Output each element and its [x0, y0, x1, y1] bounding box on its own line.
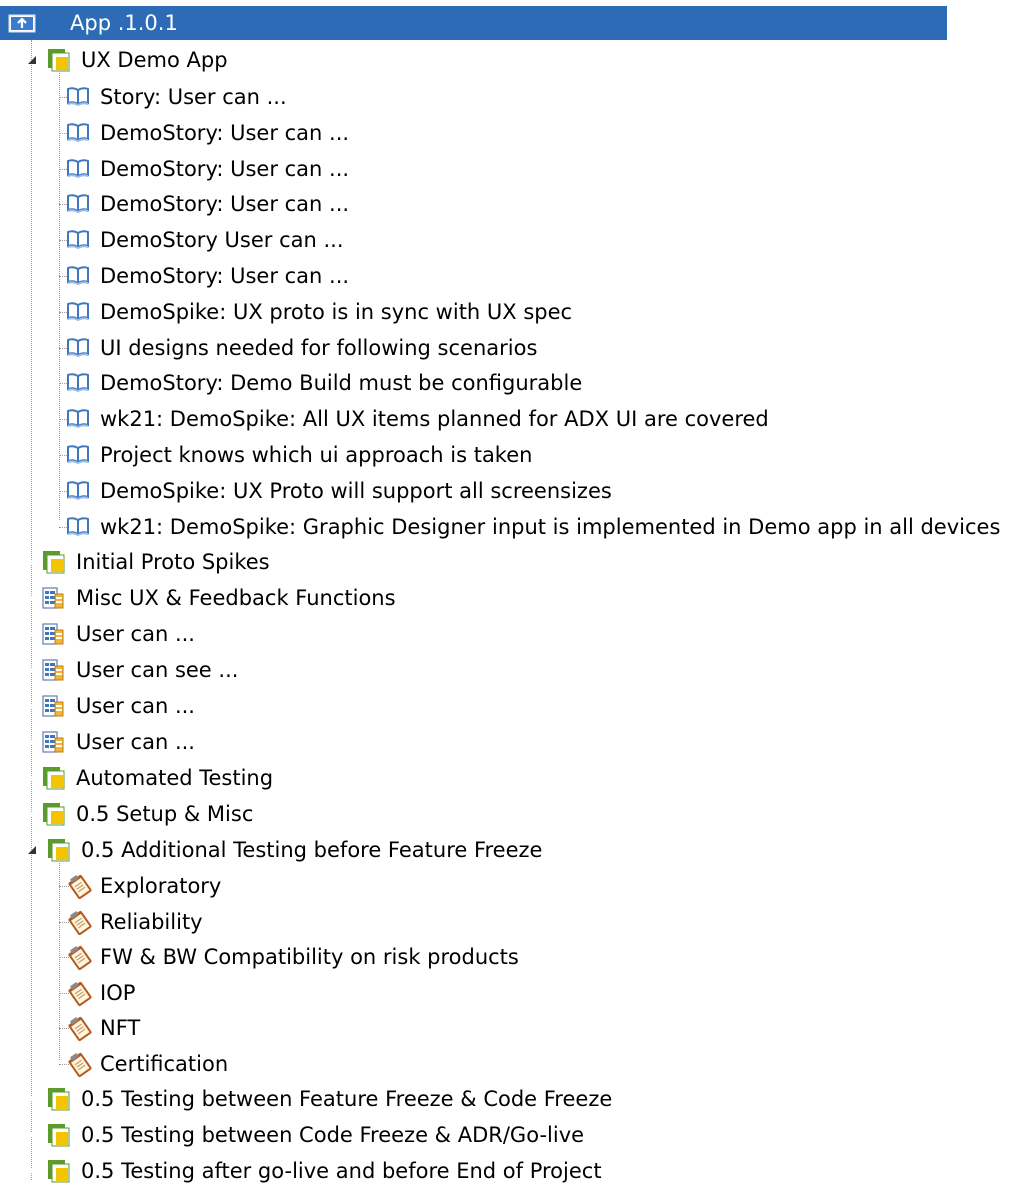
- expander-collapsed[interactable]: [26, 699, 34, 714]
- tree-node-group-label: Initial Proto Spikes: [76, 550, 270, 575]
- expander-collapsed[interactable]: [26, 771, 34, 786]
- tree-node-story-label: Story: User can ...: [100, 85, 287, 109]
- tree-node-test-plan-label: IOP: [100, 980, 136, 1005]
- tree-node-test-plan-label: Exploratory: [100, 874, 222, 899]
- tree-node-group-label: User can ...: [76, 730, 195, 755]
- tree-node-group-label: User can see ...: [76, 658, 239, 683]
- tree-node-story-label: DemoStory: User can ...: [100, 264, 350, 288]
- user-story-icon: [66, 479, 90, 505]
- user-story-icon: [66, 443, 90, 469]
- feature-folder-icon: [42, 802, 66, 830]
- tree-node-group-label: 0.5 Setup & Misc: [76, 802, 254, 827]
- user-story-icon: [66, 157, 90, 183]
- expander-collapsed[interactable]: [26, 807, 34, 822]
- expander-collapsed[interactable]: [26, 591, 34, 606]
- expander-collapsed[interactable]: [26, 1092, 34, 1107]
- tree-node-group-label: 0.5 Testing between Code Freeze & ADR/Go…: [81, 1123, 585, 1148]
- user-story-icon: [66, 264, 90, 290]
- backlog-icon: [42, 622, 64, 650]
- user-story-icon: [66, 192, 90, 218]
- tree-node-test-plan-label: FW & BW Compatibility on risk products: [100, 945, 519, 970]
- root-label: App .1.0.1: [70, 11, 178, 35]
- expander-collapsed[interactable]: [26, 555, 34, 570]
- tree-node-story-label: wk21: DemoSpike: All UX items planned fo…: [100, 407, 769, 432]
- user-story-icon: [66, 228, 90, 254]
- test-plan-icon: [66, 1052, 94, 1082]
- tree-node-group-label: User can ...: [76, 694, 195, 719]
- backlog-icon: [42, 694, 64, 722]
- tree-node-ux-demo-label: UX Demo App: [81, 48, 228, 72]
- tree-node-story-label: DemoStory: User can ...: [100, 120, 350, 145]
- tree-node-story-label: wk21: DemoSpike: Graphic Designer input …: [100, 514, 1001, 539]
- tree-guide-line: [31, 40, 32, 1180]
- user-story-icon: [66, 407, 90, 433]
- expander-ux-demo[interactable]: [28, 56, 36, 64]
- test-plan-icon: [66, 981, 94, 1011]
- expander-collapsed[interactable]: [26, 1128, 34, 1143]
- expander-collapsed[interactable]: [26, 1164, 34, 1179]
- user-story-icon: [66, 121, 90, 147]
- backlog-icon: [42, 730, 64, 758]
- user-story-icon: [66, 515, 90, 541]
- tree-node-story-label: DemoStory: User can ...: [100, 156, 350, 181]
- tree-node-testing-label: 0.5 Additional Testing before Feature Fr…: [81, 838, 543, 863]
- backlog-icon: [42, 658, 64, 686]
- tree-node-group-label: 0.5 Testing between Feature Freeze & Cod…: [81, 1087, 613, 1112]
- root-collapse-icon[interactable]: [8, 12, 38, 38]
- tree-node-story-label: UI designs needed for following scenario…: [100, 335, 538, 360]
- test-plan-icon: [66, 945, 94, 975]
- test-plan-icon: [66, 874, 94, 904]
- expander-collapsed[interactable]: [26, 627, 34, 642]
- user-story-icon: [66, 336, 90, 362]
- feature-folder-icon: [42, 550, 66, 578]
- feature-folder-icon: [47, 1159, 71, 1187]
- expander-testing[interactable]: [28, 846, 36, 855]
- user-story-icon: [66, 371, 90, 397]
- tree-node-story-label: Project knows which ui approach is taken: [100, 443, 533, 467]
- user-story-icon: [66, 85, 90, 111]
- expander-collapsed[interactable]: [26, 735, 34, 750]
- feature-folder-icon: [47, 48, 71, 76]
- feature-folder-icon: [47, 1123, 71, 1151]
- tree-node-story-label: DemoStory User can ...: [100, 228, 344, 253]
- feature-folder-icon: [42, 766, 66, 794]
- tree-root-row[interactable]: App .1.0.1: [0, 6, 947, 40]
- test-plan-icon: [66, 1016, 94, 1046]
- tree-node-group-label: 0.5 Testing after go-live and before End…: [81, 1159, 602, 1184]
- tree-node-test-plan-label: Certification: [100, 1051, 229, 1076]
- tree-node-test-plan-label: NFT: [100, 1016, 141, 1041]
- tree-node-group-label: Automated Testing: [76, 766, 274, 791]
- tree-node-test-plan-label: Reliability: [100, 909, 203, 934]
- tree-guide-line: [59, 73, 60, 521]
- expander-collapsed[interactable]: [26, 663, 34, 678]
- feature-folder-icon: [47, 838, 71, 866]
- tree-node-group-label: User can ...: [76, 622, 195, 647]
- backlog-icon: [42, 586, 64, 614]
- test-plan-icon: [66, 910, 94, 940]
- feature-folder-icon: [47, 1087, 71, 1115]
- tree-node-story-label: DemoSpike: UX Proto will support all scr…: [100, 478, 612, 503]
- user-story-icon: [66, 300, 90, 326]
- tree-node-story-label: DemoStory: Demo Build must be configurab…: [100, 371, 583, 396]
- tree-guide-line: [59, 863, 60, 1061]
- tree-node-group-label: Misc UX & Feedback Functions: [76, 586, 396, 611]
- tree-node-story-label: DemoStory: User can ...: [100, 192, 350, 217]
- tree-node-story-label: DemoSpike: UX proto is in sync with UX s…: [100, 299, 573, 324]
